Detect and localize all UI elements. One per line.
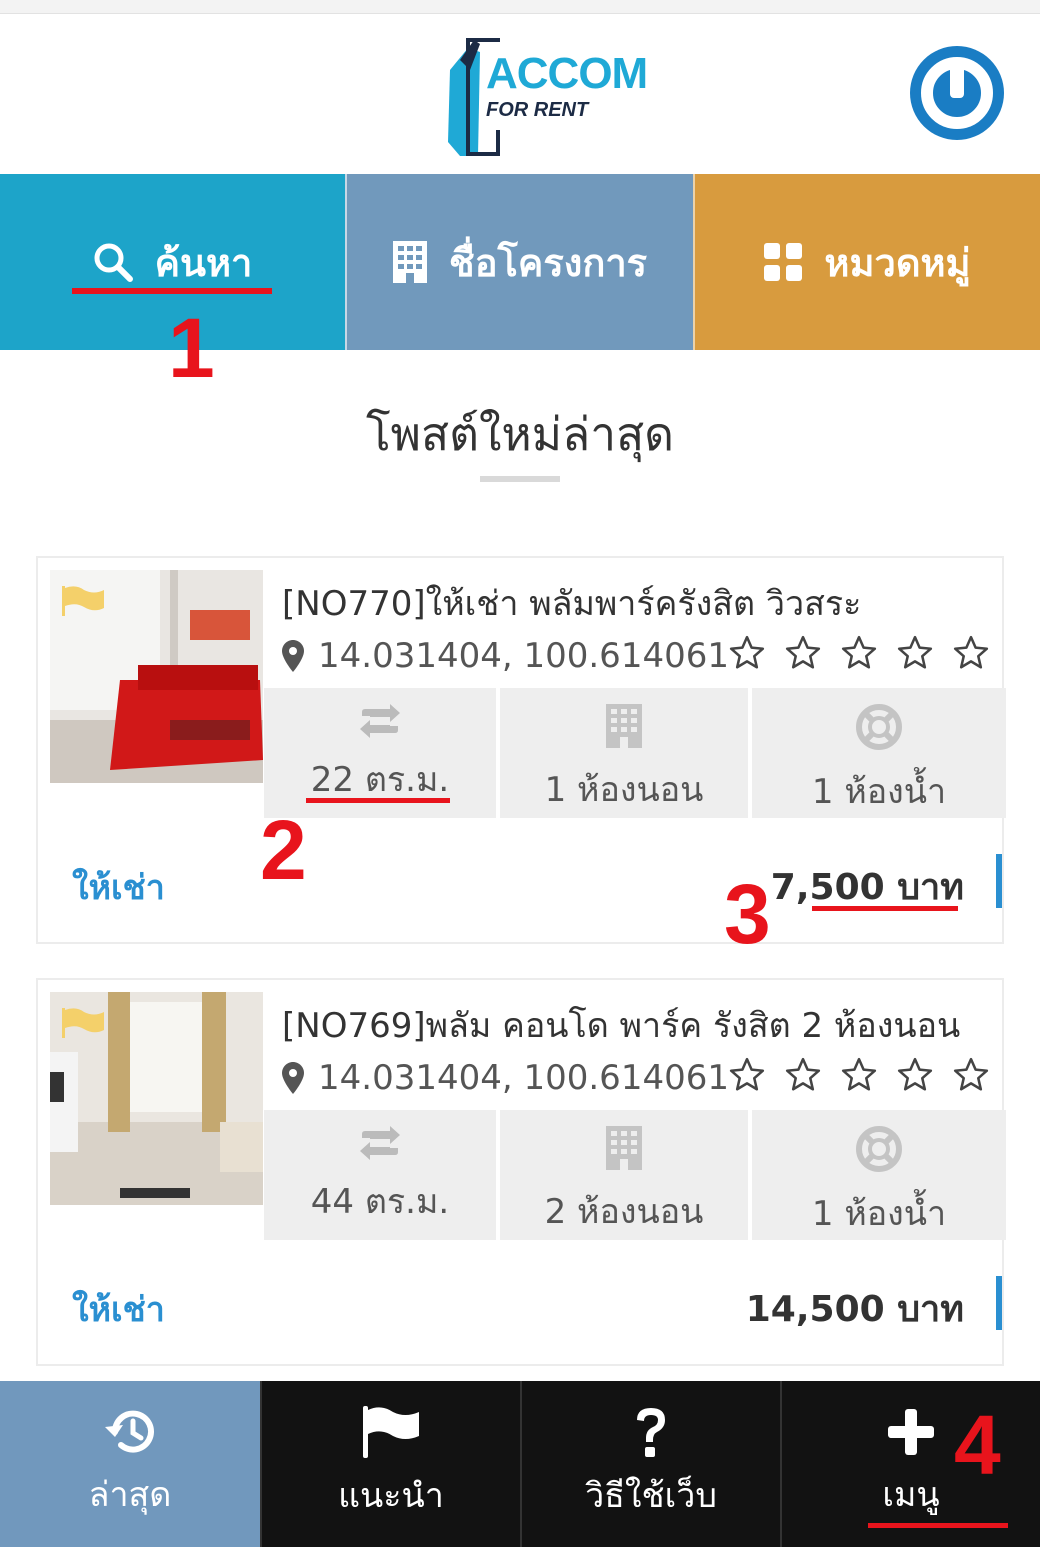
price-accent-bar xyxy=(996,854,1002,908)
feature-bedrooms: 2 ห้องนอน xyxy=(500,1110,748,1240)
nav-howto-label: วิธีใช้เว็บ xyxy=(585,1476,717,1516)
tab-project-name[interactable]: ชื่อโครงการ xyxy=(345,174,693,350)
annotation-number: 4 xyxy=(954,1398,1001,1492)
listing-price: 14,500 บาท xyxy=(745,1289,964,1330)
building-icon xyxy=(606,704,642,748)
plus-icon xyxy=(888,1409,934,1455)
annotation-underline xyxy=(812,906,958,911)
bedrooms-value: 1 ห้องนอน xyxy=(544,770,704,810)
rating-stars[interactable] xyxy=(728,634,990,672)
logo-subtitle: FOR RENT xyxy=(486,99,589,121)
flag-icon xyxy=(62,1008,104,1038)
resize-icon xyxy=(360,704,400,738)
star-icon[interactable] xyxy=(896,634,934,672)
listing-type-link[interactable]: ให้เช่า xyxy=(72,860,165,914)
listing-features: 44 ตร.ม. 2 ห้องนอน 1 ห้องน้ำ xyxy=(264,1110,1006,1240)
building-icon xyxy=(392,241,427,283)
map-pin-icon xyxy=(282,1062,304,1094)
star-icon[interactable] xyxy=(896,1056,934,1094)
section-divider xyxy=(480,476,560,482)
annotation-underline xyxy=(306,798,450,803)
annotation-number: 3 xyxy=(724,867,771,961)
building-icon xyxy=(606,1126,642,1170)
tab-category-label: หมวดหมู่ xyxy=(824,240,971,285)
area-value: 44 ตร.ม. xyxy=(310,1182,450,1222)
bottom-nav: ล่าสุด แนะนำ วิธีใช้เว็บ เมนู 4 xyxy=(0,1381,1040,1547)
star-icon[interactable] xyxy=(840,634,878,672)
lifebuoy-icon xyxy=(856,704,902,750)
bathrooms-value: 1 ห้องน้ำ xyxy=(811,772,947,812)
nav-latest-label: ล่าสุด xyxy=(88,1475,172,1515)
listing-title[interactable]: [NO770]ให้เช่า พลัมพาร์ครังสิต วิวสระ xyxy=(282,576,982,630)
flag-icon xyxy=(62,586,104,616)
nav-menu[interactable]: เมนู 4 xyxy=(780,1381,1040,1547)
feature-area: 44 ตร.ม. xyxy=(264,1110,496,1240)
tab-category[interactable]: หมวดหมู่ xyxy=(693,174,1040,350)
nav-latest[interactable]: ล่าสุด xyxy=(0,1381,260,1547)
annotation-number: 2 xyxy=(260,803,307,897)
annotation-underline xyxy=(72,288,272,294)
nav-menu-label: เมนู xyxy=(882,1475,940,1515)
lifebuoy-icon xyxy=(856,1126,902,1172)
logo-title: ACCOM xyxy=(486,49,648,98)
star-icon[interactable] xyxy=(952,634,990,672)
star-icon[interactable] xyxy=(728,634,766,672)
listing-coords: 14.031404, 100.614061 xyxy=(318,1058,729,1098)
tab-search[interactable]: ค้นหา 1 xyxy=(0,174,345,390)
feature-bathrooms: 1 ห้องน้ำ xyxy=(752,1110,1006,1240)
grid-icon xyxy=(764,243,803,281)
feature-bathrooms: 1 ห้องน้ำ xyxy=(752,688,1006,818)
star-icon[interactable] xyxy=(784,634,822,672)
rating-stars[interactable] xyxy=(728,1056,990,1094)
star-icon[interactable] xyxy=(952,1056,990,1094)
bedrooms-value: 2 ห้องนอน xyxy=(544,1192,704,1232)
listing-location: 14.031404, 100.614061 xyxy=(282,1058,729,1098)
tab-search-label: ค้นหา xyxy=(154,240,253,285)
listing-location: 14.031404, 100.614061 xyxy=(282,636,729,676)
listing-thumbnail[interactable] xyxy=(50,570,263,783)
annotation-underline xyxy=(868,1523,1008,1528)
section-title: โพสต์ใหม่ล่าสุด xyxy=(365,407,675,461)
nav-recommend-label: แนะนำ xyxy=(338,1476,444,1516)
annotation-number: 1 xyxy=(168,301,215,395)
header: ACCOM FOR RENT xyxy=(0,14,1040,174)
star-icon[interactable] xyxy=(728,1056,766,1094)
logout-button[interactable] xyxy=(910,46,1004,140)
price-accent-bar xyxy=(996,1276,1002,1330)
listing-card[interactable]: [NO769]พลัม คอนโด พาร์ค รังสิต 2 ห้องนอน… xyxy=(36,978,1006,1366)
star-icon[interactable] xyxy=(840,1056,878,1094)
nav-howto[interactable]: วิธีใช้เว็บ xyxy=(520,1381,780,1547)
listing-coords: 14.031404, 100.614061 xyxy=(318,636,729,676)
top-status-strip xyxy=(0,0,1040,14)
resize-icon xyxy=(360,1126,400,1160)
tab-project-label: ชื่อโครงการ xyxy=(448,240,648,285)
question-icon xyxy=(637,1408,665,1457)
feature-bedrooms: 1 ห้องนอน xyxy=(500,688,748,818)
listing-title[interactable]: [NO769]พลัม คอนโด พาร์ค รังสิต 2 ห้องนอน xyxy=(282,998,982,1052)
history-icon xyxy=(105,1410,154,1453)
listing-card[interactable]: [NO770]ให้เช่า พลัมพาร์ครังสิต วิวสระ 14… xyxy=(36,556,1006,956)
bathrooms-value: 1 ห้องน้ำ xyxy=(811,1194,947,1234)
flag-icon xyxy=(363,1406,419,1458)
star-icon[interactable] xyxy=(784,1056,822,1094)
map-pin-icon xyxy=(282,640,304,672)
site-logo[interactable]: ACCOM FOR RENT xyxy=(440,30,648,158)
nav-recommend[interactable]: แนะนำ xyxy=(260,1381,520,1547)
main-tabs: ค้นหา 1 ชื่อโครงการ หมวดหมู่ xyxy=(0,174,1040,390)
listing-thumbnail[interactable] xyxy=(50,992,263,1205)
listing-type-link[interactable]: ให้เช่า xyxy=(72,1282,165,1336)
search-icon xyxy=(94,243,133,282)
power-icon xyxy=(921,57,993,129)
